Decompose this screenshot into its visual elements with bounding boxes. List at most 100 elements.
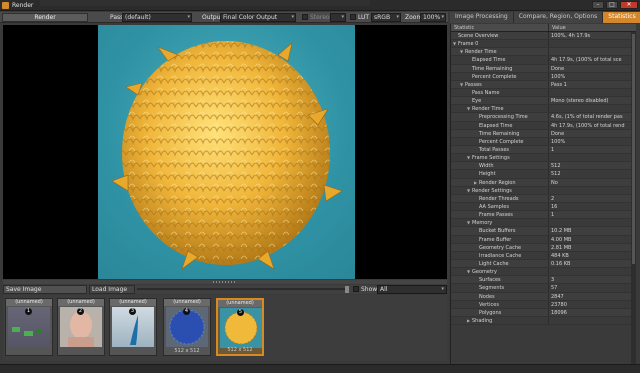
save-image-button[interactable]: Save Image (3, 285, 87, 294)
statistic-label: Percent Complete (479, 138, 524, 145)
statistics-row[interactable]: ▼ Render Time (451, 48, 636, 57)
statistics-scrollbar[interactable] (631, 32, 636, 364)
statistics-row[interactable]: Bucket Buffers 10.2 MB (451, 227, 636, 236)
render-viewport[interactable] (3, 25, 447, 279)
statistics-row[interactable]: ▼ Render Settings (451, 186, 636, 195)
viewport-splitter[interactable] (3, 280, 447, 284)
statistics-row[interactable]: Time Remaining Done (451, 64, 636, 73)
tab-image-processing[interactable]: Image Processing (450, 12, 514, 23)
splitter-grip[interactable] (213, 281, 237, 283)
thumbnail-3[interactable]: (unnamed) 3 (109, 298, 157, 356)
thumbnail-4[interactable]: (unnamed) 4 512 x 512 (163, 298, 211, 356)
statistic-key: Render Threads (451, 194, 549, 202)
render-button[interactable]: Render (2, 13, 88, 22)
statistics-row[interactable]: Time Remaining Done (451, 129, 636, 138)
tab-statistics[interactable]: Statistics (603, 12, 640, 23)
app-icon (2, 1, 9, 9)
thumbnail-badge: 3 (129, 308, 136, 315)
tab-compare-region-options[interactable]: Compare, Region, Options (513, 12, 604, 23)
statistics-row[interactable]: AA Samples 16 (451, 202, 636, 212)
statistics-row[interactable]: ▶ Render Region No (451, 178, 636, 187)
statistics-row[interactable]: Scene Overview 100%, 4h 17.9s (451, 32, 636, 41)
column-statistic[interactable]: Statistic (451, 24, 549, 31)
statistic-value: 4h 17.9s, (100% of total sce (551, 57, 622, 64)
thumbnail-strip: (unnamed) 1 (unnamed) 2 (unnamed) 3 (unn… (3, 295, 447, 361)
show-select[interactable]: All (377, 285, 447, 294)
statistics-row[interactable]: ▼ Render Time (451, 105, 636, 114)
statistics-row[interactable]: Height 512 (451, 170, 636, 179)
statistic-key: Frame Buffer (451, 235, 549, 243)
statistic-value: 10.2 MB (551, 228, 572, 235)
statistic-key: Eye (451, 97, 549, 105)
minimize-icon[interactable]: – (592, 1, 604, 9)
output-select[interactable]: Final Color Output (220, 13, 296, 22)
statistics-row[interactable]: Frame Buffer 4.00 MB (451, 235, 636, 244)
statistic-key: Light Cache (451, 259, 549, 268)
thumbnail-size: 512 x 512 (227, 347, 253, 353)
scrollbar-thumb[interactable] (632, 34, 635, 264)
statistic-key: Preprocessing Time (451, 113, 549, 121)
statistics-row[interactable]: ▼ Geometry (451, 268, 636, 277)
statistics-row[interactable]: Light Cache 0.16 KB (451, 259, 636, 269)
statistics-row[interactable]: Polygons 18096 (451, 308, 636, 317)
statistic-value: 0.16 KB (551, 260, 571, 267)
statistics-row[interactable]: ▼ Memory (451, 219, 636, 228)
statistics-row[interactable]: Elapsed Time 4h 17.9s, (100% of total sce (451, 56, 636, 65)
stereo-eye-select[interactable] (330, 13, 346, 22)
slider-handle[interactable] (345, 286, 349, 293)
statistic-label: Segments (479, 285, 505, 292)
statistic-key: Polygons (451, 308, 549, 316)
thumbnail-badge: 1 (25, 308, 32, 315)
statistics-row[interactable]: ▼ Frame Settings (451, 154, 636, 163)
load-image-button[interactable]: Load Image (89, 285, 135, 294)
statistics-row[interactable]: Percent Complete 100% (451, 72, 636, 81)
statistic-label: Width (479, 163, 494, 170)
statistics-row[interactable]: Vertices 23780 (451, 300, 636, 309)
statistics-row[interactable]: Eye Mono (stereo disabled) (451, 97, 636, 106)
stereo-checkbox[interactable] (302, 14, 308, 20)
statistics-row[interactable]: Render Threads 2 (451, 194, 636, 203)
close-icon[interactable]: ✕ (620, 1, 638, 9)
statistics-row[interactable]: Irradiance Cache 484 KB (451, 251, 636, 260)
statistic-value: 4h 17.9s, (100% of total rend (551, 122, 625, 129)
statistics-row[interactable]: Segments 57 (451, 284, 636, 293)
zoom-select[interactable]: 100% (420, 13, 446, 22)
lut-select[interactable]: sRGB (371, 13, 401, 22)
statistic-label: Percent Complete (472, 73, 517, 80)
statistics-row[interactable]: Total Passes 1 (451, 145, 636, 155)
statistics-row[interactable]: Surfaces 3 (451, 276, 636, 285)
statistic-label: Frame 0 (458, 41, 479, 48)
statistic-value: 100%, 4h 17.9s (551, 33, 591, 39)
statistics-row[interactable]: ▶ Shading (451, 316, 636, 326)
show-checkbox[interactable] (353, 286, 359, 292)
statistics-row[interactable]: ▼ Frame 0 (451, 40, 636, 49)
statistics-row[interactable]: ▼ Passes Pass 1 (451, 80, 636, 89)
pass-select[interactable]: (default) (122, 13, 192, 22)
lut-checkbox[interactable] (350, 14, 356, 20)
thumbnail-name: (unnamed) (218, 300, 262, 307)
thumbnail-size-slider[interactable] (137, 288, 345, 290)
statistics-row[interactable]: Percent Complete 100% (451, 137, 636, 146)
panel-tabs: Image Processing Compare, Region, Option… (450, 12, 640, 23)
thumbnail-2[interactable]: (unnamed) 2 (57, 298, 105, 356)
column-value[interactable]: Value (549, 24, 566, 31)
statistic-label: Irradiance Cache (479, 252, 522, 259)
thumbnail-5[interactable]: (unnamed) 5 512 x 512 (216, 298, 264, 356)
thumbnail-1[interactable]: (unnamed) 1 (5, 298, 53, 356)
statistic-key: ▼ Passes (451, 80, 549, 88)
statistic-value: 2.81 MB (551, 244, 572, 251)
statistic-value: 512 (551, 171, 561, 178)
statistics-row[interactable]: Pass Name (451, 88, 636, 98)
statistic-value: 484 KB (551, 252, 569, 259)
statistics-row[interactable]: Width 512 (451, 162, 636, 171)
statistic-label: Eye (472, 98, 482, 105)
statistics-row[interactable]: Geometry Cache 2.81 MB (451, 243, 636, 252)
maximize-icon[interactable]: □ (606, 1, 618, 9)
statistic-value: Done (551, 65, 565, 72)
statistics-row[interactable]: Preprocessing Time 4.6s, (1% of total ren… (451, 113, 636, 122)
statistic-value: 23780 (551, 301, 567, 308)
statistic-label: Frame Buffer (479, 236, 512, 243)
statistics-row[interactable]: Elapsed Time 4h 17.9s, (100% of total ren… (451, 121, 636, 130)
statistics-row[interactable]: Frame Passes 1 (451, 211, 636, 220)
statistics-row[interactable]: Nodes 2847 (451, 292, 636, 301)
